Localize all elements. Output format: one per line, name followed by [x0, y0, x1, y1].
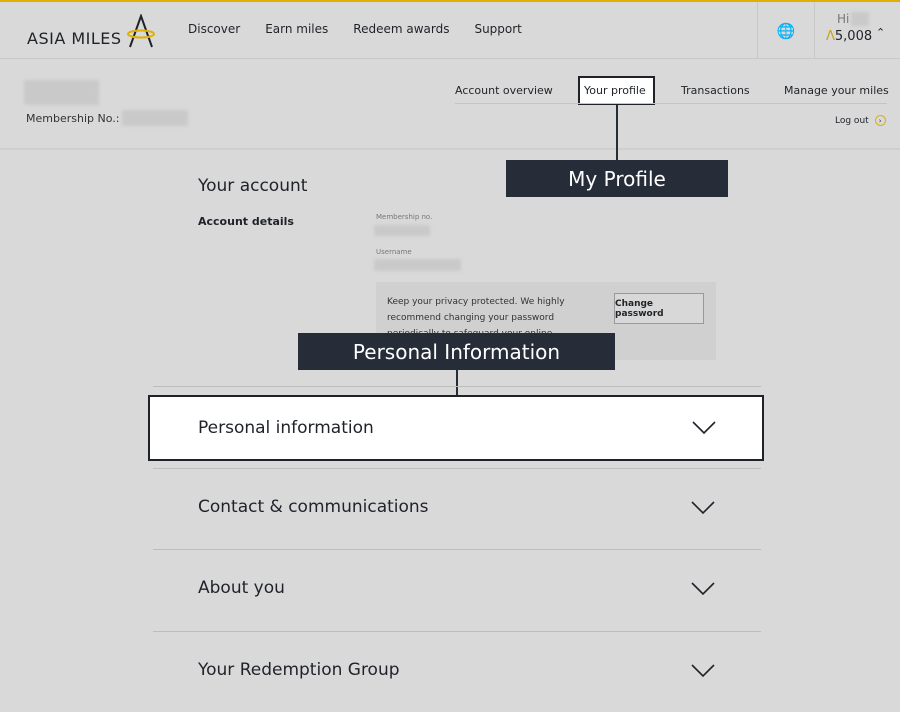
account-details-label: Account details [198, 215, 294, 228]
chevron-up-icon[interactable]: ⌃ [876, 26, 885, 39]
membership-no-label: Membership no. [376, 213, 433, 221]
main-nav: Discover Earn miles Redeem awards Suppor… [188, 22, 522, 36]
chevron-down-icon [691, 582, 715, 596]
nav-earn-miles[interactable]: Earn miles [265, 22, 328, 36]
membership-no-redacted [374, 225, 430, 236]
user-menu[interactable]: Hi Λ5,008 [826, 12, 872, 44]
tab-manage-your-miles[interactable]: Manage your miles [784, 84, 889, 97]
miles-icon: Λ [826, 29, 835, 44]
user-name-redacted [851, 12, 870, 26]
membership-label: Membership No.: [26, 111, 120, 125]
chevron-down-icon [691, 501, 715, 515]
chevron-down-icon [691, 664, 715, 678]
globe-icon: 🌐 [776, 21, 796, 40]
accordion-title: Contact & communications [198, 497, 429, 517]
logout-label: Log out [835, 115, 869, 126]
accordion-title: Personal information [198, 418, 374, 438]
callout-connector [616, 105, 618, 161]
nav-support[interactable]: Support [474, 22, 521, 36]
asia-miles-logo[interactable]: ASIA MILES [27, 14, 156, 48]
membership-number-redacted [122, 110, 189, 126]
header: ASIA MILES Discover Earn miles Redeem aw… [0, 2, 900, 59]
subnav-divider [455, 103, 887, 104]
username-label: Username [376, 248, 412, 256]
logo-a-icon [126, 14, 155, 48]
language-button[interactable]: 🌐 [757, 2, 815, 59]
nav-discover[interactable]: Discover [188, 22, 240, 36]
section-title: Your account [198, 176, 308, 196]
member-name-redacted [24, 80, 99, 105]
accordion-personal-information[interactable]: Personal information [148, 395, 764, 461]
tab-transactions[interactable]: Transactions [681, 84, 750, 97]
nav-redeem-awards[interactable]: Redeem awards [353, 22, 449, 36]
personal-information-callout: Personal Information [298, 333, 615, 370]
tab-your-profile[interactable]: Your profile [584, 84, 646, 97]
miles-balance: 5,008 [834, 29, 873, 44]
chevron-down-icon [692, 421, 716, 435]
logout-link[interactable]: Log out › [835, 115, 886, 126]
divider [0, 148, 900, 150]
accordion-title: Your Redemption Group [198, 660, 400, 680]
accordion-contact-communications[interactable]: Contact & communications [153, 468, 761, 549]
change-password-button[interactable]: Change password [614, 293, 704, 324]
username-redacted [374, 259, 461, 271]
membership-number: Membership No.: [26, 110, 189, 126]
greeting: Hi [837, 12, 850, 26]
chevron-right-icon: › [874, 115, 886, 126]
accordion-about-you[interactable]: About you [153, 549, 761, 630]
accordion-title: About you [198, 578, 285, 598]
tab-account-overview[interactable]: Account overview [455, 84, 553, 97]
my-profile-callout: My Profile [506, 160, 728, 197]
